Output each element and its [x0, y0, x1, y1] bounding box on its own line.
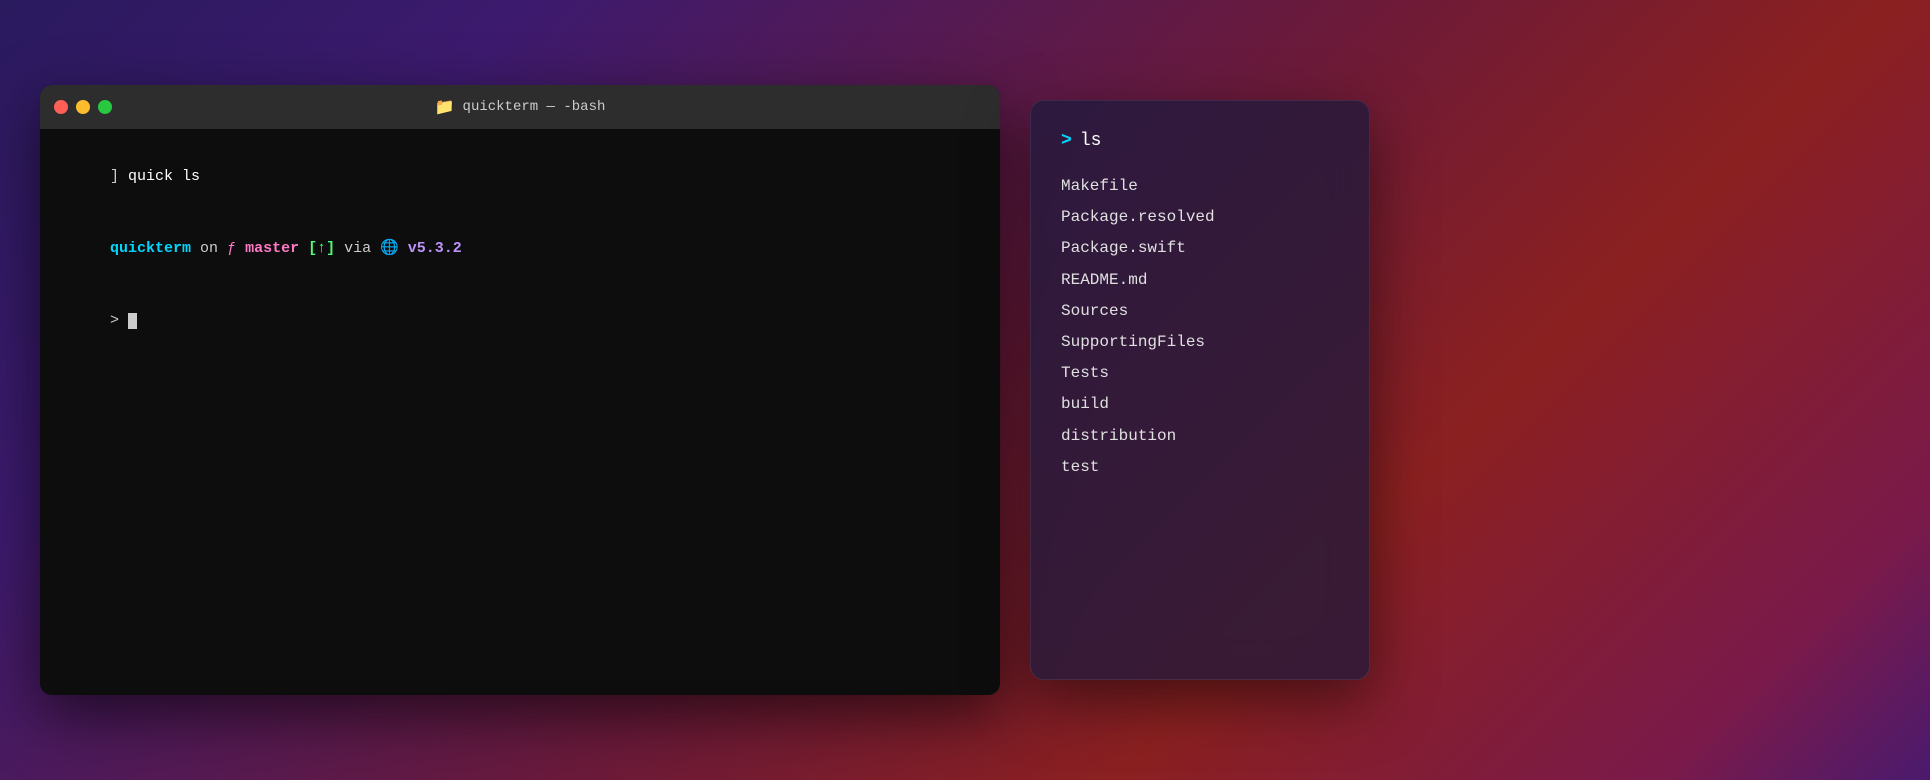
maximize-button[interactable] — [98, 100, 112, 114]
terminal-body[interactable]: ] quick ls quickterm on ƒ master [↑] via… — [40, 129, 1000, 695]
file-item-sources: Sources — [1061, 298, 1339, 325]
username-label: quickterm — [110, 240, 191, 257]
file-item-distribution: distribution — [1061, 423, 1339, 450]
file-item-supporting-files: SupportingFiles — [1061, 329, 1339, 356]
folder-icon: 📁 — [435, 97, 455, 117]
on-text: on — [191, 240, 227, 257]
window-title: 📁 quickterm — -bash — [435, 97, 606, 117]
branch-icon: ƒ — [227, 240, 236, 257]
panel-file-list: Makefile Package.resolved Package.swift … — [1061, 173, 1339, 481]
file-item-build: build — [1061, 391, 1339, 418]
file-item-package-swift: Package.swift — [1061, 235, 1339, 262]
panel-command-line: > ls — [1061, 131, 1339, 151]
title-bar: 📁 quickterm — -bash — [40, 85, 1000, 129]
file-item-tests: Tests — [1061, 360, 1339, 387]
prompt-info-line: quickterm on ƒ master [↑] via 🌐 v5.3.2 — [56, 213, 984, 285]
file-item-test: test — [1061, 454, 1339, 481]
bracket: ] — [110, 168, 128, 185]
floating-panel: > ls Makefile Package.resolved Package.s… — [1030, 100, 1370, 680]
prompt-arrow: > — [110, 312, 128, 329]
history-line: ] quick ls — [56, 141, 984, 213]
window-controls — [54, 100, 112, 114]
swift-emoji: 🌐 — [380, 240, 399, 257]
swift-version: v5.3.2 — [399, 240, 462, 257]
panel-command-text: ls — [1080, 131, 1102, 151]
window-title-text: quickterm — -bash — [463, 99, 606, 115]
current-prompt-line: > — [56, 285, 984, 357]
file-item-readme: README.md — [1061, 267, 1339, 294]
panel-prompt-arrow: > — [1061, 131, 1072, 151]
file-item-makefile: Makefile — [1061, 173, 1339, 200]
minimize-button[interactable] — [76, 100, 90, 114]
terminal-window: 📁 quickterm — -bash ] quick ls quickterm… — [40, 85, 1000, 695]
modified-indicator: [↑] — [308, 240, 335, 257]
history-command: quick ls — [128, 168, 200, 185]
branch-name: master — [236, 240, 308, 257]
file-item-package-resolved: Package.resolved — [1061, 204, 1339, 231]
cursor — [128, 313, 137, 329]
close-button[interactable] — [54, 100, 68, 114]
via-text: via — [335, 240, 380, 257]
